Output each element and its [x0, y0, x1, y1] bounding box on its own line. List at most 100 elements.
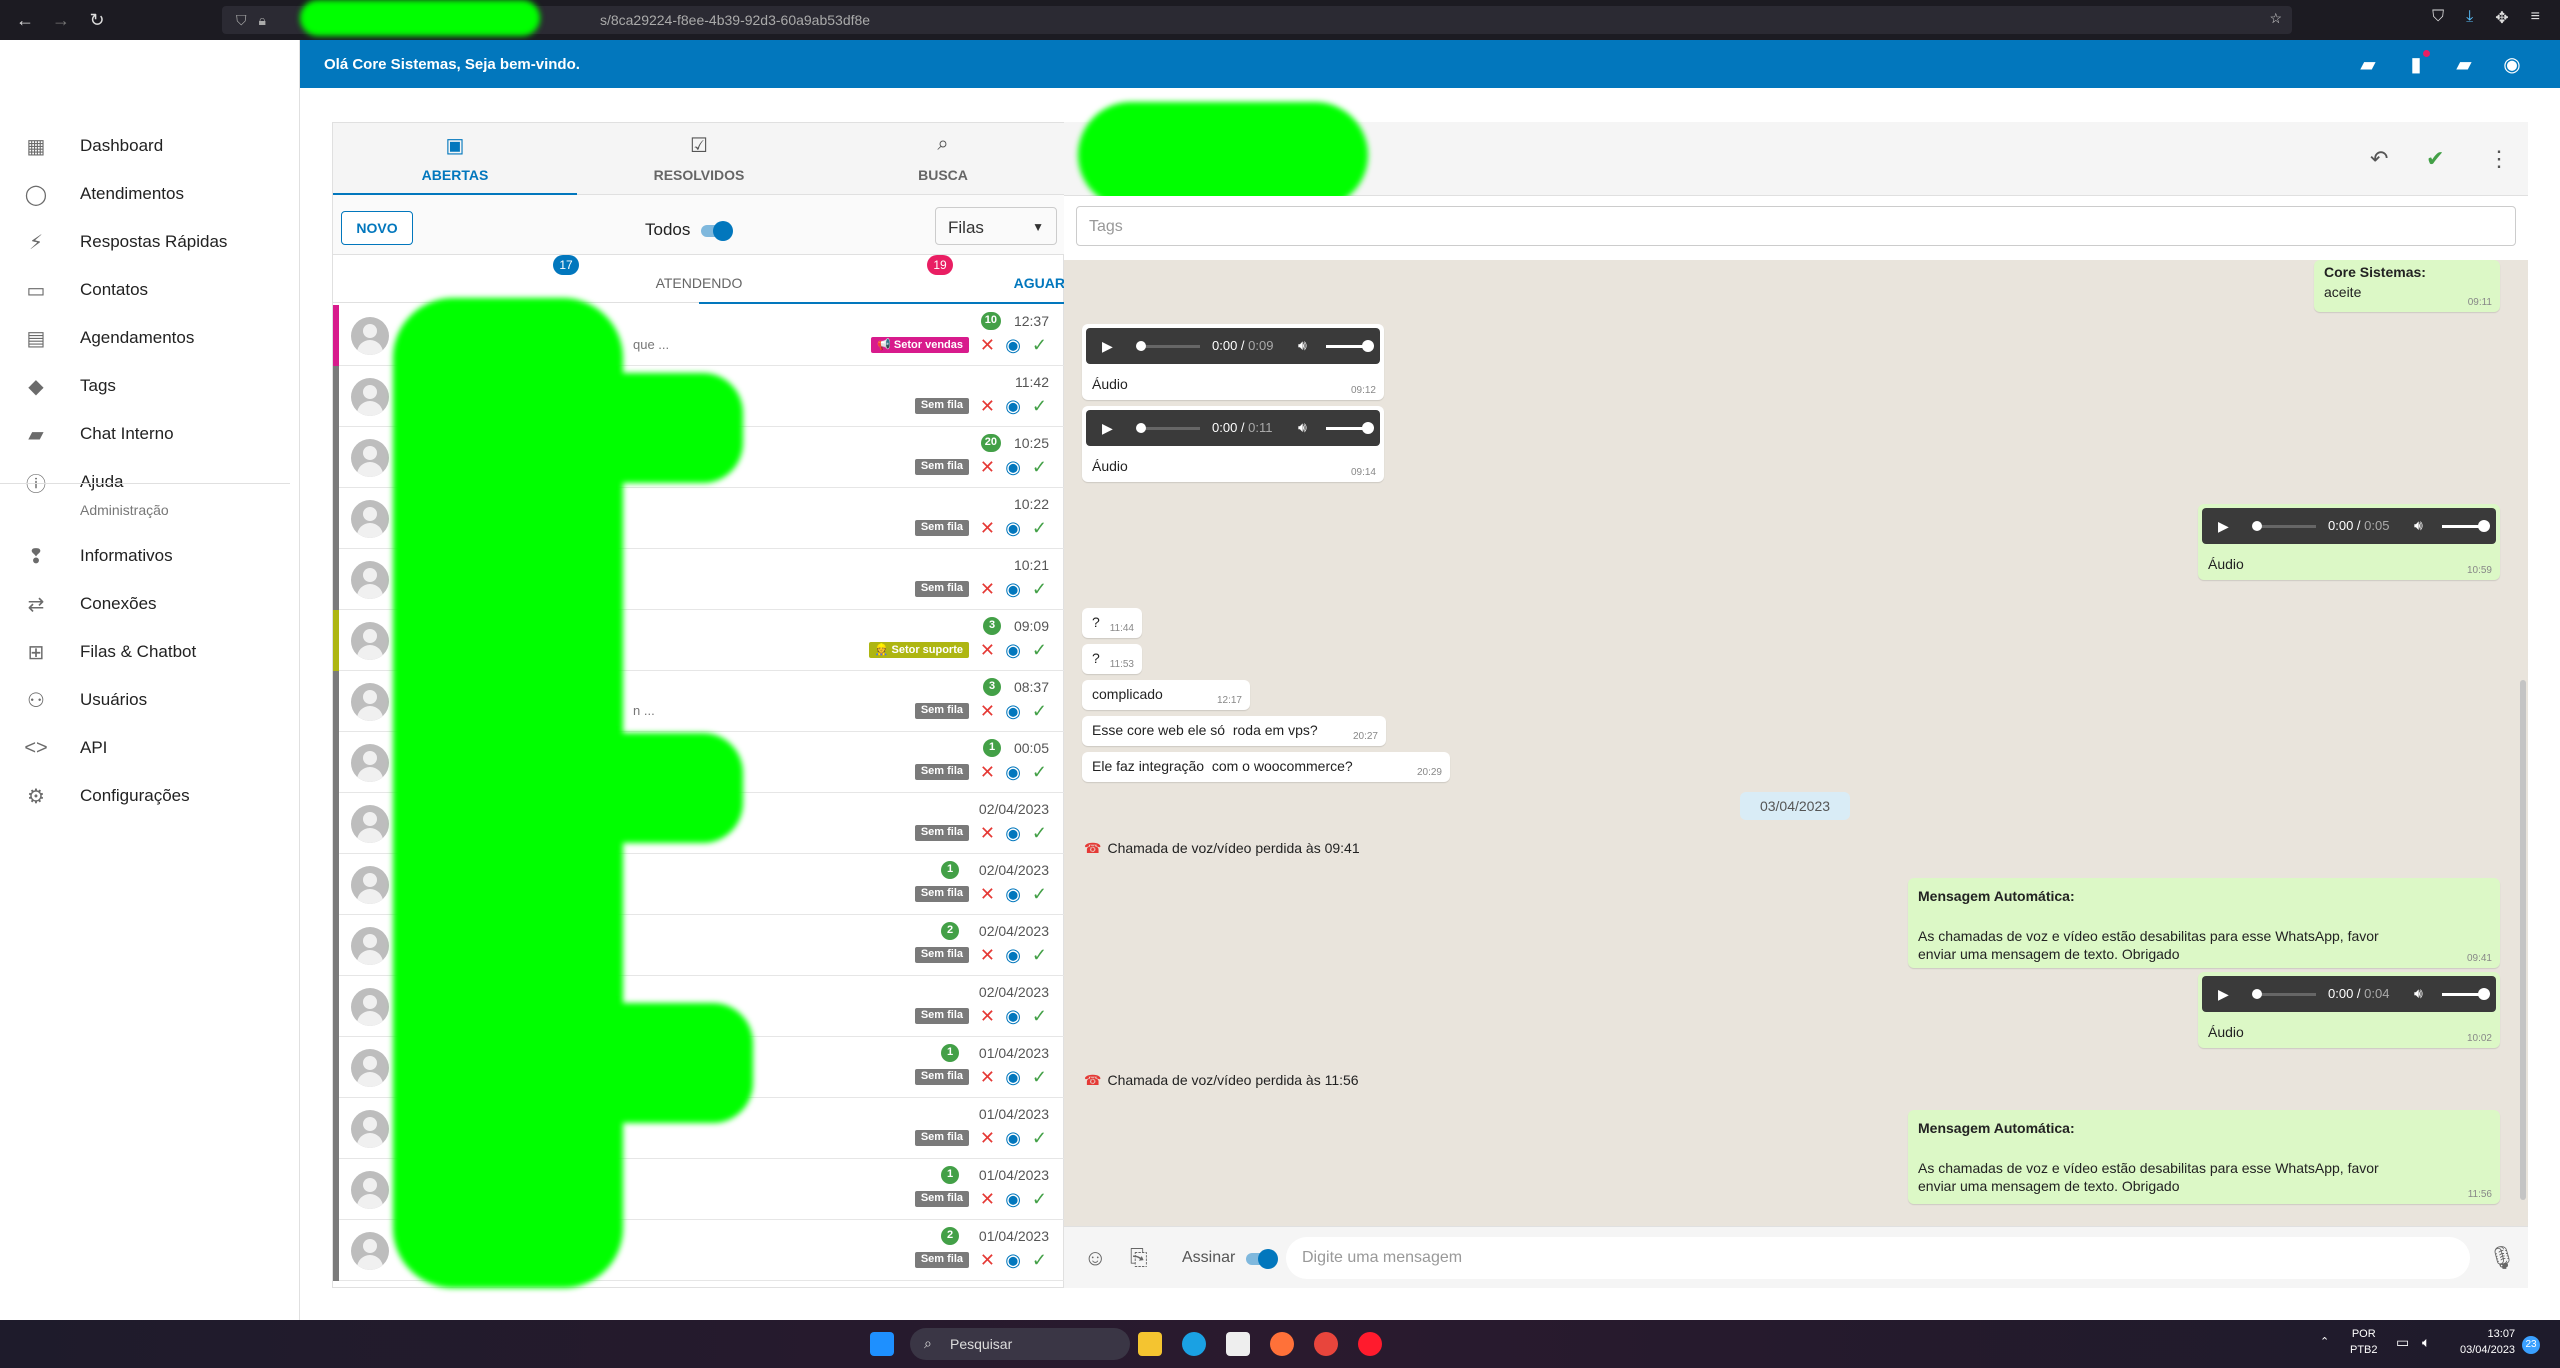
- close-icon[interactable]: ✕: [980, 823, 995, 843]
- close-icon[interactable]: ✕: [980, 518, 995, 538]
- accept-check-icon[interactable]: ✓: [1032, 335, 1047, 355]
- eye-icon[interactable]: ◉: [1005, 701, 1021, 721]
- eye-icon[interactable]: ◉: [1005, 1067, 1021, 1087]
- play-icon[interactable]: ▶: [1102, 420, 1113, 437]
- close-icon[interactable]: ✕: [980, 762, 995, 782]
- emoji-icon[interactable]: ☺: [1084, 1245, 1106, 1271]
- close-icon[interactable]: ✕: [980, 1006, 995, 1026]
- accept-check-icon[interactable]: ✓: [1032, 579, 1047, 599]
- taskbar-search[interactable]: ⌕ Pesquisar: [910, 1328, 1130, 1360]
- notification-badge[interactable]: 23: [2522, 1336, 2540, 1354]
- windows-start-icon[interactable]: [870, 1332, 894, 1356]
- chrome-icon[interactable]: [1314, 1332, 1338, 1356]
- tab-busca[interactable]: ⌕ BUSCA: [821, 123, 1065, 195]
- scrollbar[interactable]: [2520, 680, 2526, 1200]
- close-icon[interactable]: ✕: [980, 396, 995, 416]
- accept-check-icon[interactable]: ✓: [1032, 396, 1047, 416]
- eye-icon[interactable]: ◉: [1005, 1189, 1021, 1209]
- accept-check-icon[interactable]: ✓: [1032, 823, 1047, 843]
- accept-check-icon[interactable]: ✓: [1032, 701, 1047, 721]
- sidebar-item-usuarios[interactable]: ⚇ Usuários: [0, 676, 300, 724]
- eye-icon[interactable]: ◉: [1005, 1006, 1021, 1026]
- mic-icon[interactable]: 🎙︎: [2488, 1245, 2516, 1271]
- audio-player[interactable]: ▶ 0:00 / 0:11 🔊︎: [1086, 410, 1380, 446]
- eye-icon[interactable]: ◉: [1005, 823, 1021, 843]
- tray-chevron-icon[interactable]: ⌃: [2320, 1334, 2329, 1350]
- announcements-icon[interactable]: ▮: [2404, 50, 2430, 76]
- audio-player[interactable]: ▶ 0:00 / 0:05 🔊︎: [2202, 508, 2496, 544]
- play-icon[interactable]: ▶: [2218, 986, 2229, 1003]
- url-text[interactable]: s/8ca29224-f8ee-4b39-92d3-60a9ab53df8e: [600, 12, 870, 28]
- play-icon[interactable]: ▶: [2218, 518, 2229, 535]
- more-vert-icon[interactable]: ⋮: [2488, 146, 2510, 172]
- eye-icon[interactable]: ◉: [1005, 1250, 1021, 1270]
- internal-chat-icon[interactable]: ▰: [2452, 52, 2476, 76]
- eye-icon[interactable]: ◉: [1005, 579, 1021, 599]
- account-icon[interactable]: ◉: [2500, 52, 2524, 76]
- pocket-icon[interactable]: ⛉: [2432, 8, 2444, 28]
- back-icon[interactable]: ←: [14, 9, 36, 31]
- audio-player[interactable]: ▶ 0:00 / 0:04 🔊︎: [2202, 976, 2496, 1012]
- eye-icon[interactable]: ◉: [1005, 457, 1021, 477]
- sidebar-item-informativos[interactable]: ❢ Informativos: [0, 532, 300, 580]
- eye-icon[interactable]: ◉: [1005, 335, 1021, 355]
- extensions-icon[interactable]: ✥: [2495, 8, 2508, 28]
- eye-icon[interactable]: ◉: [1005, 762, 1021, 782]
- forward-icon[interactable]: →: [50, 9, 72, 31]
- close-icon[interactable]: ✕: [980, 1128, 995, 1148]
- close-icon[interactable]: ✕: [980, 457, 995, 477]
- reload-icon[interactable]: ↻: [86, 9, 108, 31]
- sidebar-item-api[interactable]: <> API: [0, 724, 300, 772]
- eye-icon[interactable]: ◉: [1005, 640, 1021, 660]
- sidebar-item-ajuda[interactable]: ⓘ Ajuda: [0, 458, 300, 506]
- sidebar-item-chat-interno[interactable]: ▰ Chat Interno: [0, 410, 300, 458]
- accept-check-icon[interactable]: ✓: [1032, 1006, 1047, 1026]
- lock-icon[interactable]: 🔒︎: [259, 12, 266, 29]
- language-indicator[interactable]: POR PTB2: [2350, 1326, 2378, 1358]
- eye-icon[interactable]: ◉: [1005, 945, 1021, 965]
- accept-check-icon[interactable]: ✓: [1032, 1189, 1047, 1209]
- sidebar-item-agendamentos[interactable]: ▤ Agendamentos: [0, 314, 300, 362]
- eye-icon[interactable]: ◉: [1005, 396, 1021, 416]
- volume-icon[interactable]: 🔊︎: [1298, 337, 1307, 354]
- accept-check-icon[interactable]: ✓: [1032, 640, 1047, 660]
- sidebar-item-configuracoes[interactable]: ⚙ Configurações: [0, 772, 300, 820]
- chat-icon[interactable]: ▰: [2356, 52, 2380, 76]
- queue-select[interactable]: Filas ▼: [935, 207, 1057, 245]
- network-icon[interactable]: ▭: [2396, 1334, 2409, 1350]
- show-all-toggle[interactable]: [701, 221, 733, 241]
- accept-check-icon[interactable]: ✓: [1032, 457, 1047, 477]
- file-explorer-icon[interactable]: [1138, 1332, 1162, 1356]
- sidebar-item-tags[interactable]: ◆ Tags: [0, 362, 300, 410]
- opera-icon[interactable]: [1358, 1332, 1382, 1356]
- accept-check-icon[interactable]: ✓: [1032, 518, 1047, 538]
- close-icon[interactable]: ✕: [980, 640, 995, 660]
- attach-icon[interactable]: ⎘: [1130, 1245, 1148, 1271]
- accept-check-icon[interactable]: ✓: [1032, 1128, 1047, 1148]
- close-icon[interactable]: ✕: [980, 1067, 995, 1087]
- tab-abertas[interactable]: ▣ ABERTAS: [333, 123, 577, 196]
- message-input[interactable]: Digite uma mensagem: [1286, 1237, 2470, 1279]
- menu-icon[interactable]: ≡: [2531, 8, 2540, 28]
- close-icon[interactable]: ✕: [980, 579, 995, 599]
- tab-resolvidos[interactable]: ☑ RESOLVIDOS: [577, 123, 821, 195]
- store-icon[interactable]: [1226, 1332, 1250, 1356]
- bookmark-star-icon[interactable]: ☆: [2269, 10, 2282, 27]
- accept-check-icon[interactable]: ✓: [1032, 1250, 1047, 1270]
- sidebar-item-filas-chatbot[interactable]: ⊞ Filas & Chatbot: [0, 628, 300, 676]
- tags-input[interactable]: Tags: [1076, 206, 2516, 246]
- shield-icon[interactable]: ⛉: [236, 12, 247, 29]
- accept-check-icon[interactable]: ✓: [1032, 1067, 1047, 1087]
- eye-icon[interactable]: ◉: [1005, 1128, 1021, 1148]
- close-icon[interactable]: ✕: [980, 1189, 995, 1209]
- firefox-icon[interactable]: [1270, 1332, 1294, 1356]
- close-icon[interactable]: ✕: [980, 945, 995, 965]
- sidebar-item-conexoes[interactable]: ⇄ Conexões: [0, 580, 300, 628]
- audio-player[interactable]: ▶ 0:00 / 0:09 🔊︎: [1086, 328, 1380, 364]
- sidebar-item-atendimentos[interactable]: ◯ Atendimentos: [0, 170, 300, 218]
- accept-check-icon[interactable]: ✓: [1032, 945, 1047, 965]
- undo-icon[interactable]: ↶: [2370, 146, 2388, 172]
- close-icon[interactable]: ✕: [980, 701, 995, 721]
- close-icon[interactable]: ✕: [980, 335, 995, 355]
- sidebar-item-dashboard[interactable]: ▦ Dashboard: [0, 122, 300, 170]
